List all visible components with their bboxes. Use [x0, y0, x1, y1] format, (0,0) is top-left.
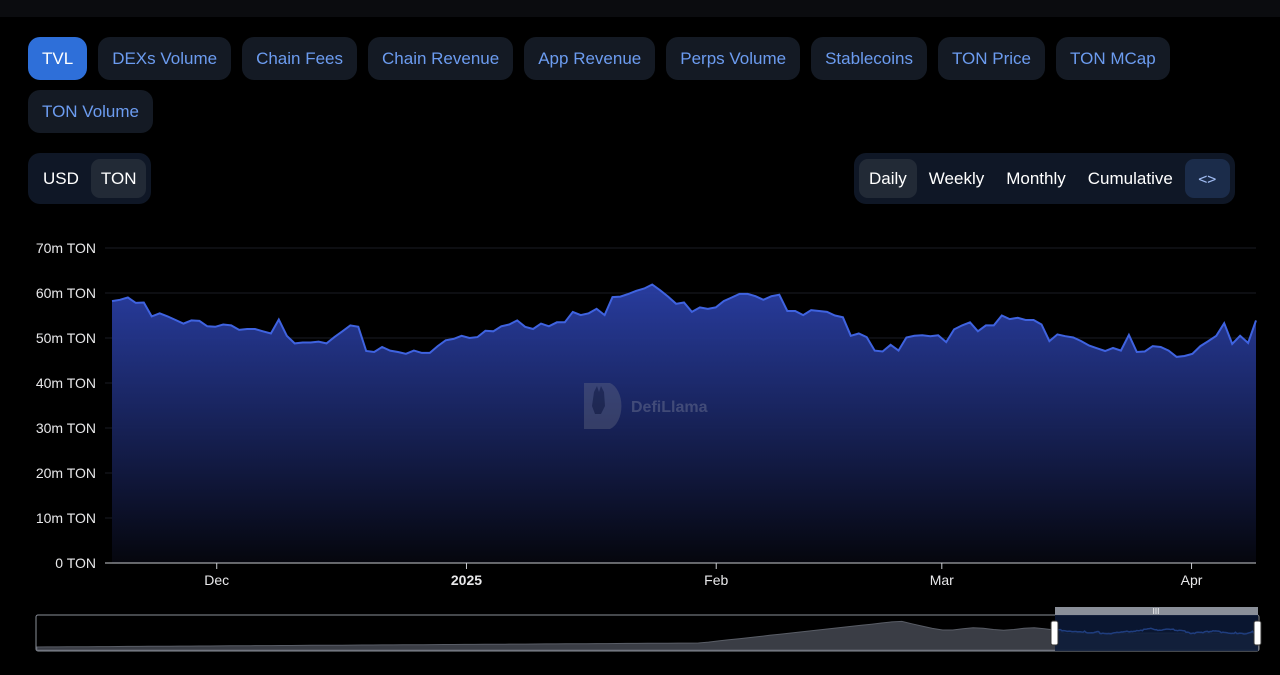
unit-option-usd[interactable]: USD [33, 159, 89, 198]
period-option-daily[interactable]: Daily [859, 159, 917, 198]
metric-tab-dexs-volume[interactable]: DEXs Volume [98, 37, 232, 80]
unit-option-ton[interactable]: TON [90, 159, 147, 198]
embed-code-icon[interactable]: <> [1184, 159, 1230, 198]
period-option-weekly[interactable]: Weekly [919, 159, 994, 198]
metric-tab-ton-price[interactable]: TON Price [937, 37, 1046, 80]
metric-tab-ton-mcap[interactable]: TON MCap [1056, 37, 1170, 80]
metric-tab-ton-volume[interactable]: TON Volume [28, 90, 154, 133]
metric-tab-tvl[interactable]: TVL [28, 37, 88, 80]
metric-tab-perps-volume[interactable]: Perps Volume [666, 37, 801, 80]
period-option-monthly[interactable]: Monthly [996, 159, 1076, 198]
metric-tab-app-revenue[interactable]: App Revenue [524, 37, 656, 80]
metric-tab-chain-revenue[interactable]: Chain Revenue [368, 37, 514, 80]
unit-toggle: USD TON [28, 153, 152, 204]
metric-tabs: TVL DEXs Volume Chain Fees Chain Revenue App… [28, 37, 1268, 133]
metric-tab-stablecoins[interactable]: Stablecoins [811, 37, 927, 80]
top-bar [0, 0, 1280, 17]
metric-tab-chain-fees[interactable]: Chain Fees [242, 37, 358, 80]
period-toggle: Daily Weekly Monthly Cumulative <> [854, 153, 1235, 204]
period-option-cumulative[interactable]: Cumulative [1078, 159, 1183, 198]
